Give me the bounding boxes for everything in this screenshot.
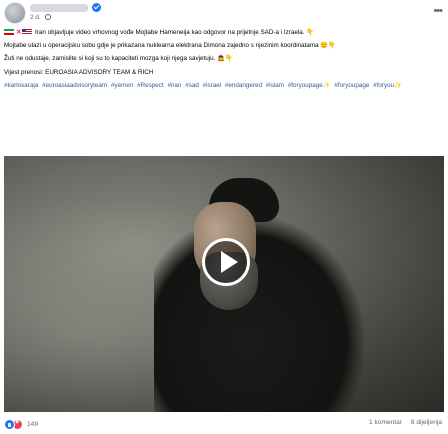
paragraph-1: Iran objavljuje video vrhovnog vođe Mojt… (35, 29, 315, 36)
avatar[interactable] (4, 2, 26, 24)
post-meta: 2 d. (30, 14, 51, 21)
reactions-summary[interactable]: 149 (4, 418, 38, 430)
hashtag[interactable]: #sad (185, 82, 199, 89)
post-time[interactable]: 2 d. (30, 14, 41, 21)
crossed-swords-icon: ✕ (16, 29, 22, 36)
hashtag[interactable]: #euroasiaadvisoryteam (42, 82, 107, 89)
more-horizontal-icon[interactable]: ••• (433, 6, 443, 17)
hashtag[interactable]: #yemen (111, 82, 133, 89)
post-header: 2 d. ••• (4, 2, 444, 26)
hashtag[interactable]: #foryoupage✨ (288, 82, 331, 89)
globe-icon (44, 14, 51, 20)
paragraph-2: Mojtabe ulazi u operacijsku sobu gdje je… (4, 42, 337, 50)
reaction-count: 149 (27, 420, 39, 428)
verified-badge-icon (92, 3, 101, 12)
hashtag[interactable]: #Respect (137, 82, 164, 89)
comments-count[interactable]: 1 komentar (369, 419, 402, 426)
paragraph-4: Vijest prenosi: EUROASIA ADVISORY TEAM &… (4, 68, 154, 76)
paragraph-3: Žuti ne odustaje, zamislite si koji su t… (4, 55, 233, 63)
hashtag[interactable]: #karlosaraja (4, 82, 38, 89)
hashtag[interactable]: #iran (167, 82, 181, 89)
hashtag-list: #karlosaraja #euroasiaadvisoryteam #yeme… (4, 81, 444, 90)
play-icon[interactable] (202, 238, 250, 286)
us-flag-icon (22, 28, 33, 35)
engagement-stats: 1 komentar 8 dijeljenja (369, 419, 442, 426)
post-footer: 149 1 komentar 8 dijeljenja (4, 416, 444, 432)
shares-count[interactable]: 8 dijeljenja (411, 419, 442, 426)
like-reaction-icon (4, 418, 15, 430)
author-name-redacted[interactable] (30, 4, 88, 12)
hashtag[interactable]: #foryou✨ (373, 82, 402, 89)
hashtag[interactable]: #foryoupage (334, 82, 369, 89)
video-player[interactable] (4, 156, 444, 412)
hashtag[interactable]: #israel (203, 82, 222, 89)
iran-flag-icon (4, 28, 14, 35)
facebook-post: 2 d. ••• ✕ Iran objavljuje video vrhovno… (0, 0, 448, 434)
post-paragraph: ✕ Iran objavljuje video vrhovnog vođe Mo… (4, 28, 444, 37)
hashtag[interactable]: #islam (266, 82, 284, 89)
video-figure-robe (154, 216, 364, 412)
post-text: ✕ Iran objavljuje video vrhovnog vođe Mo… (4, 28, 444, 94)
hashtag[interactable]: #endangered (225, 82, 262, 89)
